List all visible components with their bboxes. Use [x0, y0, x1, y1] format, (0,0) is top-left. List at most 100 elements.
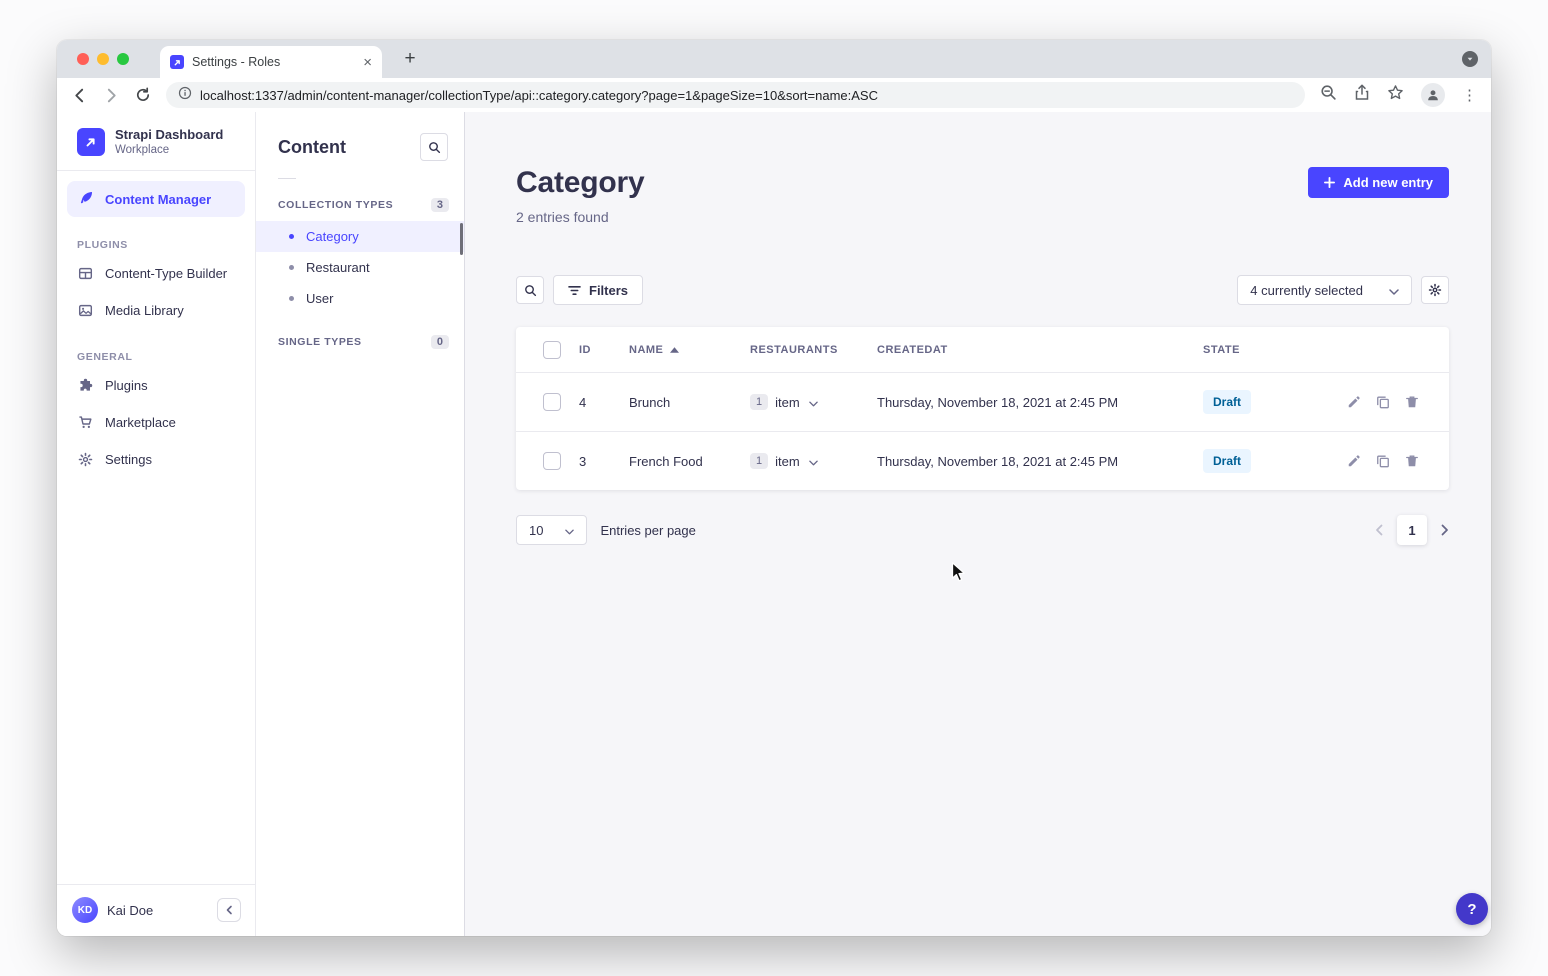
back-icon[interactable]: [71, 87, 88, 104]
subnav-item-label: Restaurant: [306, 260, 370, 275]
search-entries-button[interactable]: [516, 276, 544, 304]
previous-page-icon[interactable]: [1375, 524, 1383, 536]
zoom-window-button[interactable]: [117, 53, 129, 65]
sidebar-item-label: Media Library: [105, 303, 184, 318]
relation-count-badge: 1: [750, 453, 768, 469]
layout-grid-icon: [77, 266, 93, 281]
status-badge: Draft: [1203, 390, 1251, 414]
subnav-item-user[interactable]: User: [256, 283, 464, 314]
bookmark-star-icon[interactable]: [1387, 84, 1404, 106]
sort-asc-icon: [670, 347, 679, 353]
address-bar[interactable]: localhost:1337/admin/content-manager/col…: [166, 82, 1305, 108]
single-types-label: SINGLE TYPES: [278, 336, 362, 348]
subnav-search-button[interactable]: [420, 133, 448, 161]
sidebar-item-plugins[interactable]: Plugins: [57, 367, 255, 404]
strapi-app: Strapi Dashboard Workplace Content Manag…: [57, 112, 1491, 936]
column-header-name[interactable]: NAME: [629, 344, 750, 356]
cell-id: 3: [579, 454, 629, 469]
table-row[interactable]: 4 Brunch 1 item Thursday, November 18, 2…: [516, 372, 1449, 431]
entries-count: 2 entries found: [516, 209, 644, 225]
collapse-sidebar-button[interactable]: [217, 898, 241, 922]
relation-label: item: [775, 454, 800, 469]
window-controls: [77, 53, 129, 65]
shopping-cart-icon: [77, 415, 93, 430]
help-button[interactable]: ?: [1456, 893, 1488, 925]
filter-icon: [568, 285, 581, 296]
collection-types-count-badge: 3: [431, 198, 449, 212]
cell-name: French Food: [629, 454, 750, 469]
select-all-checkbox[interactable]: [543, 341, 561, 359]
edit-icon[interactable]: [1347, 454, 1361, 468]
user-panel: KD Kai Doe: [57, 884, 255, 936]
subnav-item-label: Category: [306, 229, 359, 244]
tab-search-button[interactable]: [1462, 51, 1478, 67]
new-tab-button[interactable]: +: [399, 48, 421, 70]
scrollbar-thumb[interactable]: [460, 223, 463, 255]
minimize-window-button[interactable]: [97, 53, 109, 65]
cell-restaurants[interactable]: 1 item: [750, 394, 877, 410]
filters-button[interactable]: Filters: [553, 275, 643, 305]
page-size-value: 10: [529, 523, 543, 538]
zoom-out-icon[interactable]: [1320, 84, 1337, 106]
table-row[interactable]: 3 French Food 1 item Thursday, November …: [516, 431, 1449, 490]
browser-tab-bar: Settings - Roles × +: [57, 40, 1491, 78]
avatar[interactable]: KD: [72, 897, 98, 923]
forward-icon[interactable]: [103, 87, 120, 104]
next-page-icon[interactable]: [1441, 524, 1449, 536]
duplicate-icon[interactable]: [1376, 454, 1390, 468]
sidebar-item-media-library[interactable]: Media Library: [57, 292, 255, 329]
single-types-header: SINGLE TYPES 0: [256, 326, 464, 358]
view-settings-button[interactable]: [1421, 276, 1449, 304]
row-checkbox[interactable]: [543, 452, 561, 470]
reload-icon[interactable]: [135, 87, 151, 103]
cell-restaurants[interactable]: 1 item: [750, 453, 877, 469]
page-size-select[interactable]: 10: [516, 515, 587, 545]
chevron-down-icon: [809, 395, 818, 410]
column-header-restaurants[interactable]: RESTAURANTS: [750, 344, 877, 356]
subnav-item-category[interactable]: Category: [256, 221, 464, 252]
site-info-icon[interactable]: [178, 86, 192, 105]
delete-trash-icon[interactable]: [1405, 395, 1419, 409]
table-header-row: ID NAME RESTAURANTS CREATEDAT STATE: [516, 327, 1449, 372]
cell-createdat: Thursday, November 18, 2021 at 2:45 PM: [877, 454, 1203, 469]
chevron-left-icon: [225, 905, 233, 915]
chevron-down-icon: [1389, 283, 1399, 298]
app-title: Strapi Dashboard: [115, 127, 223, 142]
field-selection-value: 4 currently selected: [1250, 283, 1363, 298]
close-window-button[interactable]: [77, 53, 89, 65]
subnav-title: Content: [278, 137, 346, 158]
tab-close-icon[interactable]: ×: [363, 55, 372, 70]
share-icon[interactable]: [1354, 84, 1370, 106]
entries-table: ID NAME RESTAURANTS CREATEDAT STATE 4 Br…: [516, 327, 1449, 490]
delete-trash-icon[interactable]: [1405, 454, 1419, 468]
column-header-state[interactable]: STATE: [1203, 344, 1325, 356]
puzzle-icon: [77, 378, 93, 393]
sidebar-item-content-manager[interactable]: Content Manager: [67, 181, 245, 217]
strapi-favicon-icon: [170, 55, 184, 69]
sidebar-item-content-type-builder[interactable]: Content-Type Builder: [57, 255, 255, 292]
row-checkbox[interactable]: [543, 393, 561, 411]
sidebar-item-marketplace[interactable]: Marketplace: [57, 404, 255, 441]
user-name: Kai Doe: [107, 903, 208, 918]
sidebar-item-settings[interactable]: Settings: [57, 441, 255, 478]
browser-profile-icon[interactable]: [1421, 83, 1445, 107]
browser-menu-icon[interactable]: ⋮: [1462, 86, 1477, 104]
page-title: Category: [516, 166, 644, 200]
filters-label: Filters: [589, 283, 628, 298]
column-header-id[interactable]: ID: [579, 344, 629, 356]
column-header-createdat[interactable]: CREATEDAT: [877, 344, 1203, 356]
duplicate-icon[interactable]: [1376, 395, 1390, 409]
relation-label: item: [775, 395, 800, 410]
sidebar-item-label: Content Manager: [105, 192, 211, 207]
cell-name: Brunch: [629, 395, 750, 410]
edit-icon[interactable]: [1347, 395, 1361, 409]
browser-tab[interactable]: Settings - Roles ×: [160, 46, 382, 78]
add-new-entry-button[interactable]: Add new entry: [1308, 167, 1449, 198]
strapi-logo-icon: [77, 128, 105, 156]
feather-pen-icon: [79, 190, 94, 208]
subnav-item-restaurant[interactable]: Restaurant: [256, 252, 464, 283]
field-selection-dropdown[interactable]: 4 currently selected: [1237, 275, 1412, 305]
workspace-brand[interactable]: Strapi Dashboard Workplace: [57, 112, 255, 171]
page-number-button[interactable]: 1: [1397, 515, 1427, 545]
status-badge: Draft: [1203, 449, 1251, 473]
